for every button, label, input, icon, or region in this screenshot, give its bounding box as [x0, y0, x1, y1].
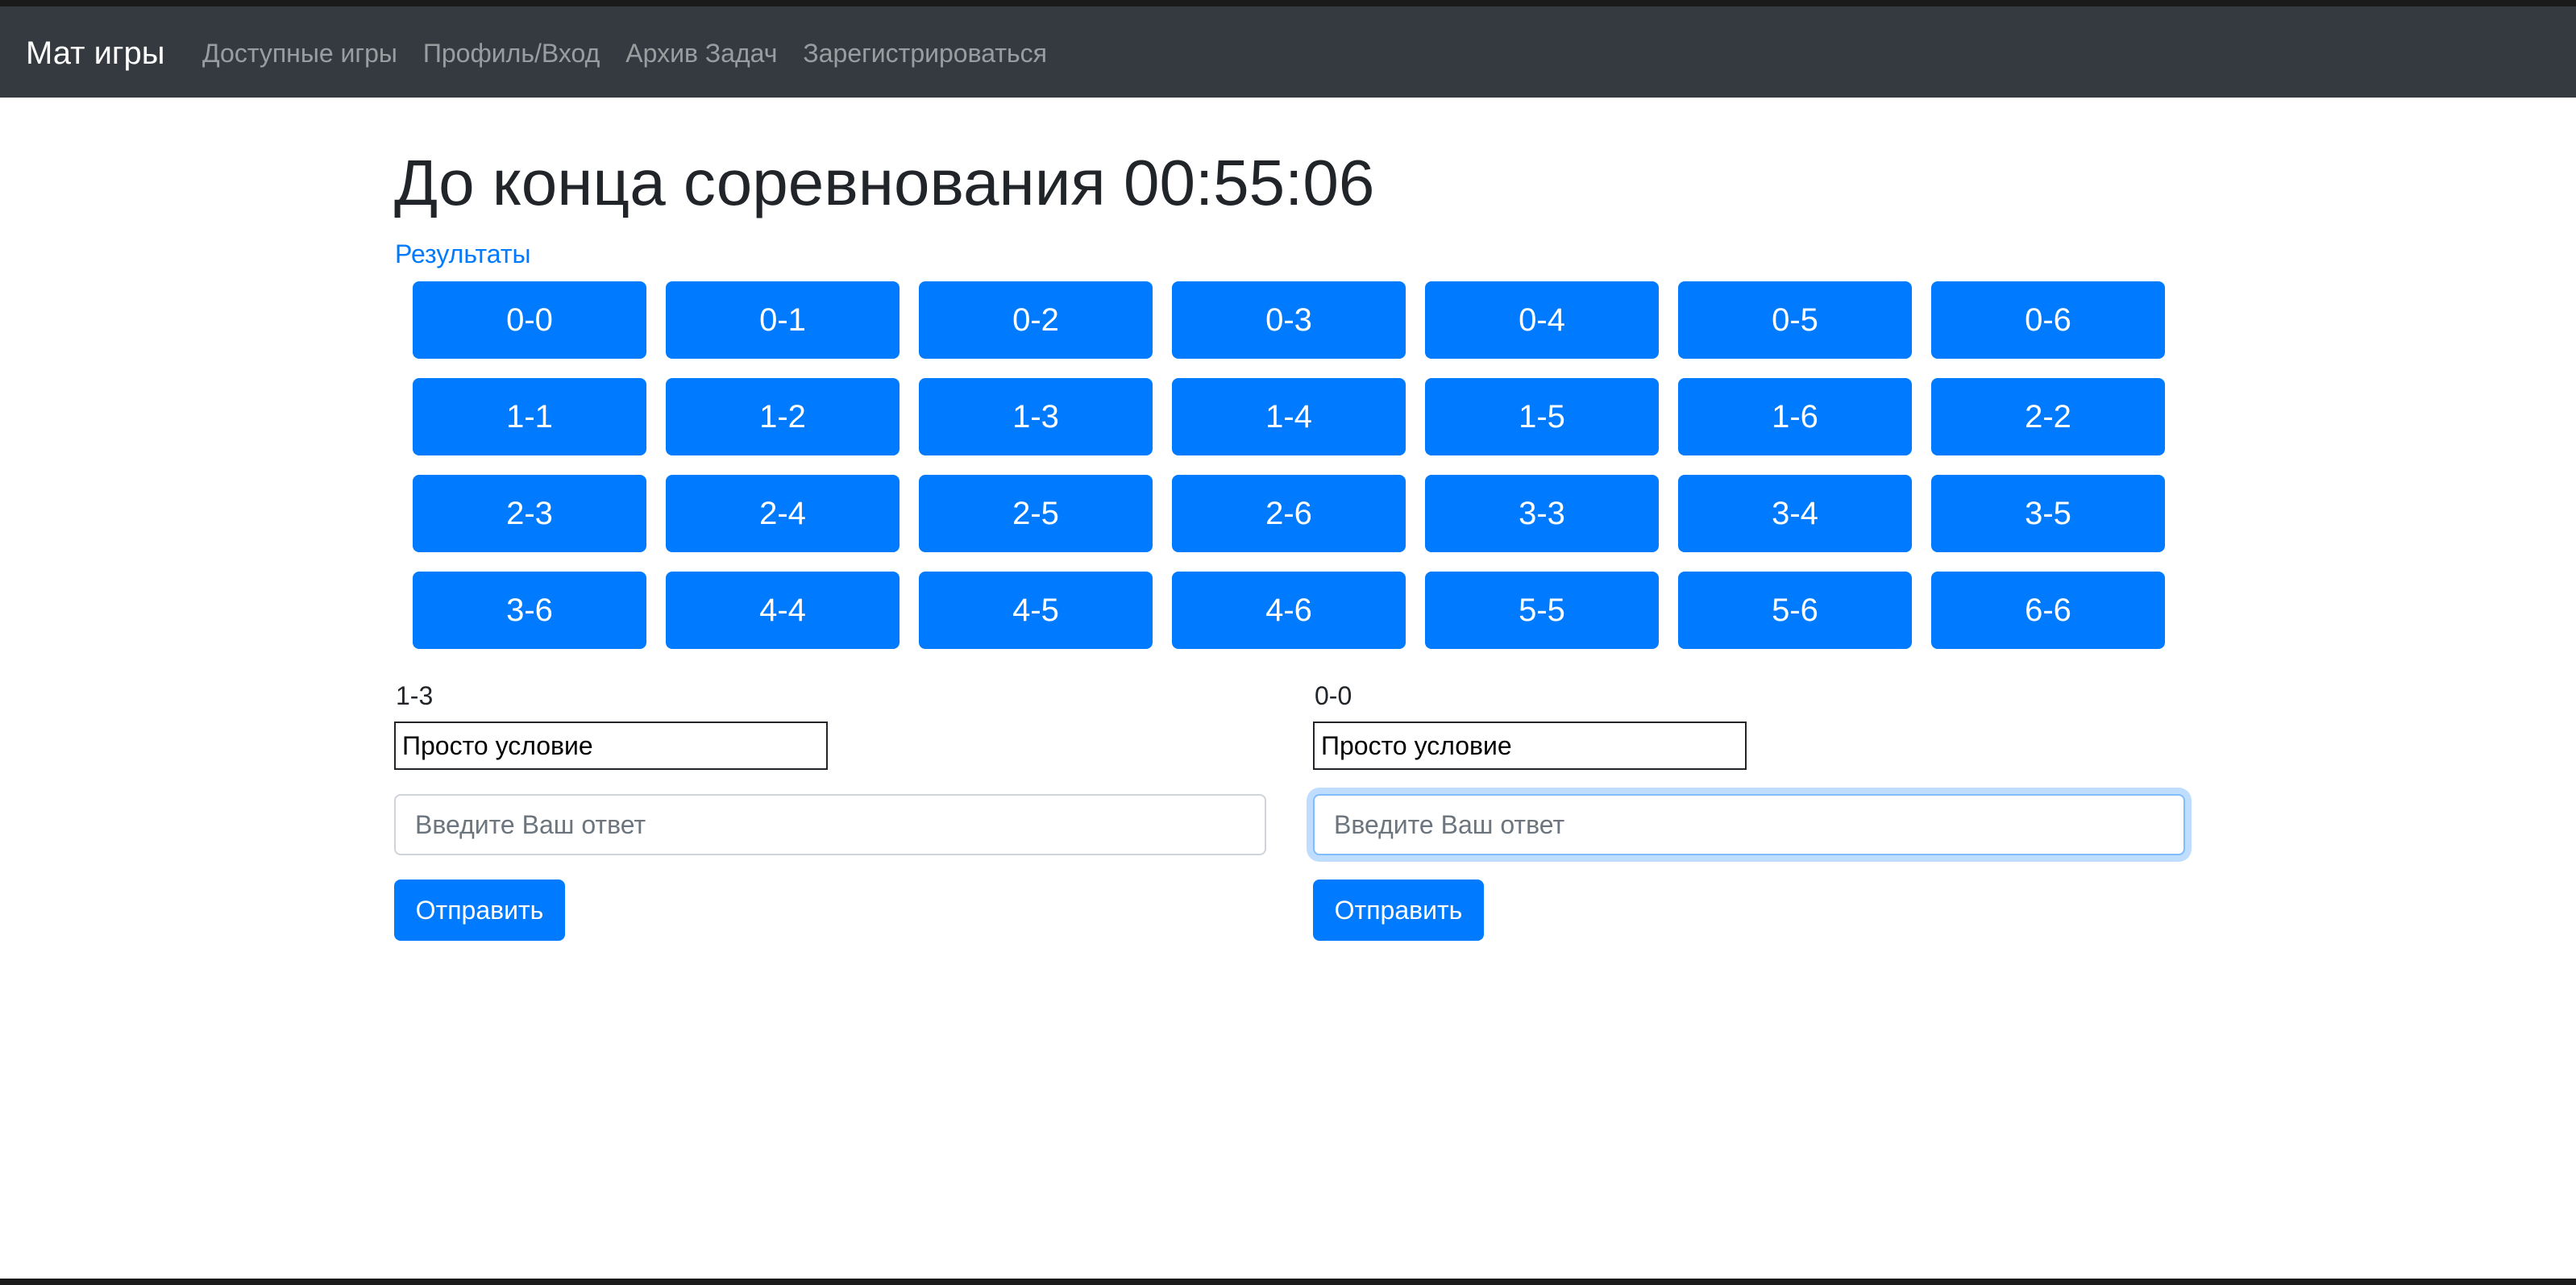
- task-button-0-2[interactable]: 0-2: [919, 281, 1153, 359]
- task-button-6-6[interactable]: 6-6: [1931, 572, 2165, 649]
- task-label: 1-3: [396, 681, 434, 710]
- navbar: Мат игры Доступные игры Профиль/Вход Арх…: [0, 6, 2576, 98]
- nav-links: Доступные игры Профиль/Вход Архив Задач …: [202, 29, 1060, 77]
- task-button-1-3[interactable]: 1-3: [919, 378, 1153, 455]
- nav-link-profile-login[interactable]: Профиль/Вход: [410, 29, 613, 77]
- task-button-2-3[interactable]: 2-3: [413, 475, 646, 552]
- task-button-0-4[interactable]: 0-4: [1425, 281, 1659, 359]
- task-button-3-4[interactable]: 3-4: [1678, 475, 1912, 552]
- task-button-4-4[interactable]: 4-4: [666, 572, 900, 649]
- task-button-2-2[interactable]: 2-2: [1931, 378, 2165, 455]
- nav-link-task-archive[interactable]: Архив Задач: [613, 29, 790, 77]
- task-button-1-6[interactable]: 1-6: [1678, 378, 1912, 455]
- task-button-0-5[interactable]: 0-5: [1678, 281, 1912, 359]
- answer-input[interactable]: [1313, 794, 2185, 855]
- task-condition: Просто условие: [394, 722, 828, 770]
- answer-input[interactable]: [394, 794, 1266, 855]
- results-link[interactable]: Результаты: [395, 235, 531, 273]
- task-button-2-6[interactable]: 2-6: [1172, 475, 1406, 552]
- task-button-5-6[interactable]: 5-6: [1678, 572, 1912, 649]
- task-button-0-0[interactable]: 0-0: [413, 281, 646, 359]
- task-button-3-5[interactable]: 3-5: [1931, 475, 2165, 552]
- submit-button[interactable]: Отправить: [1313, 880, 1484, 941]
- task-button-0-1[interactable]: 0-1: [666, 281, 900, 359]
- task-button-0-6[interactable]: 0-6: [1931, 281, 2165, 359]
- task-button-1-2[interactable]: 1-2: [666, 378, 900, 455]
- task-label: 0-0: [1315, 681, 1352, 710]
- task-button-4-6[interactable]: 4-6: [1172, 572, 1406, 649]
- task-button-3-6[interactable]: 3-6: [413, 572, 646, 649]
- navbar-brand[interactable]: Мат игры: [26, 29, 165, 77]
- task-button-1-4[interactable]: 1-4: [1172, 378, 1406, 455]
- task-condition: Просто условие: [1313, 722, 1747, 770]
- countdown-heading: До конца соревнования 00:55:06: [394, 147, 1375, 218]
- task-button-5-5[interactable]: 5-5: [1425, 572, 1659, 649]
- task-button-2-4[interactable]: 2-4: [666, 475, 900, 552]
- nav-link-available-games[interactable]: Доступные игры: [202, 29, 410, 77]
- submit-button[interactable]: Отправить: [394, 880, 565, 941]
- task-button-1-5[interactable]: 1-5: [1425, 378, 1659, 455]
- task-button-1-1[interactable]: 1-1: [413, 378, 646, 455]
- nav-link-register[interactable]: Зарегистрироваться: [790, 29, 1060, 77]
- page: Мат игры Доступные игры Профиль/Вход Арх…: [0, 6, 2576, 1279]
- task-button-0-3[interactable]: 0-3: [1172, 281, 1406, 359]
- task-button-2-5[interactable]: 2-5: [919, 475, 1153, 552]
- task-button-grid: 0-0 0-1 0-2 0-3 0-4 0-5 0-6 1-1 1-2 1-3 1-4 1-5 1-6 2…: [413, 281, 2170, 649]
- task-button-4-5[interactable]: 4-5: [919, 572, 1153, 649]
- task-button-3-3[interactable]: 3-3: [1425, 475, 1659, 552]
